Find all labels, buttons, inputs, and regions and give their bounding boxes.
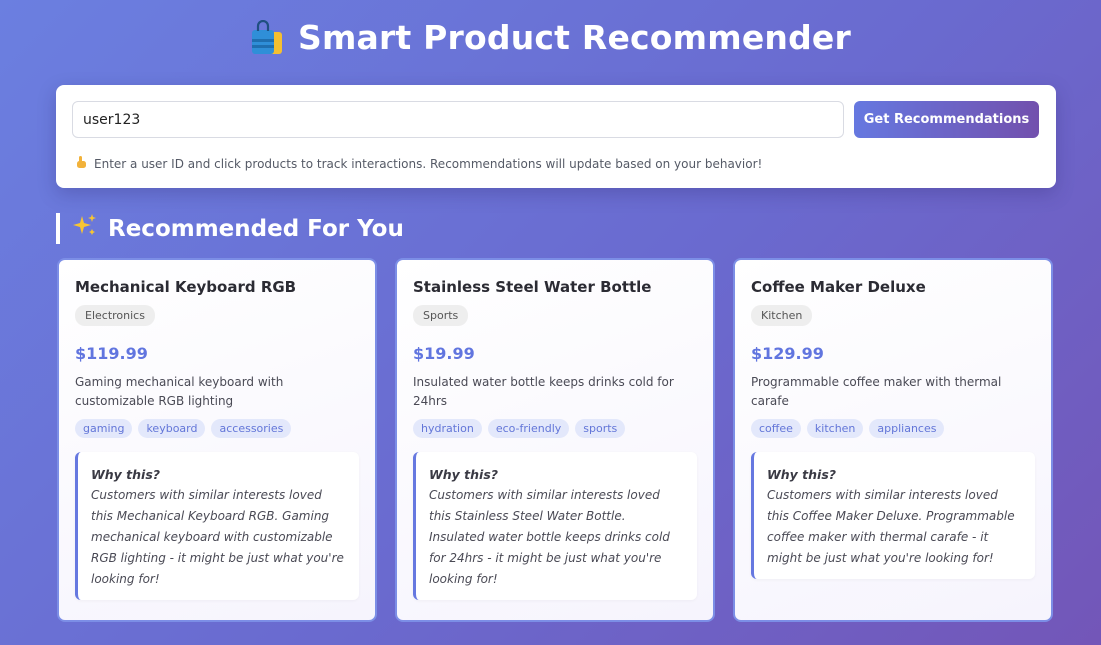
tag: sports (575, 419, 626, 438)
why-this-box: Why this? Customers with similar interes… (751, 452, 1035, 579)
tag: appliances (869, 419, 945, 438)
why-this-box: Why this? Customers with similar interes… (413, 452, 697, 600)
tag: keyboard (138, 419, 206, 438)
hint-text: Enter a user ID and click products to tr… (94, 156, 763, 171)
category-badge: Sports (413, 305, 469, 326)
tag: hydration (413, 419, 482, 438)
category-badge: Kitchen (751, 305, 813, 326)
category-badge: Electronics (75, 305, 155, 326)
why-this-title: Why this? (767, 467, 837, 482)
why-this-text: Customers with similar interests loved t… (767, 488, 1015, 565)
shopping-bags-icon (250, 19, 284, 56)
pointing-hand-icon (74, 155, 88, 172)
get-recommendations-button[interactable]: Get Recommendations (854, 101, 1039, 138)
page-header: Smart Product Recommender (0, 18, 1101, 57)
why-this-text: Customers with similar interests loved t… (429, 488, 670, 586)
tag-list: gaming keyboard accessories (75, 419, 359, 438)
product-name: Stainless Steel Water Bottle (413, 278, 652, 296)
product-price: $19.99 (413, 344, 475, 363)
why-this-box: Why this? Customers with similar interes… (75, 452, 359, 600)
why-this-title: Why this? (429, 467, 499, 482)
search-panel: Get Recommendations Enter a user ID and … (56, 85, 1056, 188)
tag: eco-friendly (487, 419, 570, 438)
tag: kitchen (806, 419, 864, 438)
product-name: Coffee Maker Deluxe (751, 278, 926, 296)
tag: coffee (751, 419, 801, 438)
tag-list: hydration eco-friendly sports (413, 419, 697, 438)
hint-text-row: Enter a user ID and click products to tr… (74, 155, 762, 172)
why-this-text: Customers with similar interests loved t… (91, 488, 344, 586)
product-description: Gaming mechanical keyboard with customiz… (75, 375, 284, 408)
tag: gaming (75, 419, 133, 438)
product-card[interactable]: Mechanical Keyboard RGB Electronics $119… (57, 258, 377, 622)
why-this-title: Why this? (91, 467, 161, 482)
product-name: Mechanical Keyboard RGB (75, 278, 297, 296)
tag-list: coffee kitchen appliances (751, 419, 1035, 438)
product-description: Insulated water bottle keeps drinks cold… (413, 375, 674, 408)
page-title: Smart Product Recommender (298, 18, 851, 57)
section-heading: Recommended For You (56, 213, 404, 244)
section-title: Recommended For You (108, 215, 404, 242)
sparkles-icon (72, 213, 98, 245)
product-card[interactable]: Stainless Steel Water Bottle Sports $19.… (395, 258, 715, 622)
product-description: Programmable coffee maker with thermal c… (751, 375, 1002, 408)
product-price: $119.99 (75, 344, 148, 363)
product-price: $129.99 (751, 344, 824, 363)
product-card[interactable]: Coffee Maker Deluxe Kitchen $129.99 Prog… (733, 258, 1053, 622)
user-id-input[interactable] (72, 101, 844, 138)
tag: accessories (211, 419, 292, 438)
